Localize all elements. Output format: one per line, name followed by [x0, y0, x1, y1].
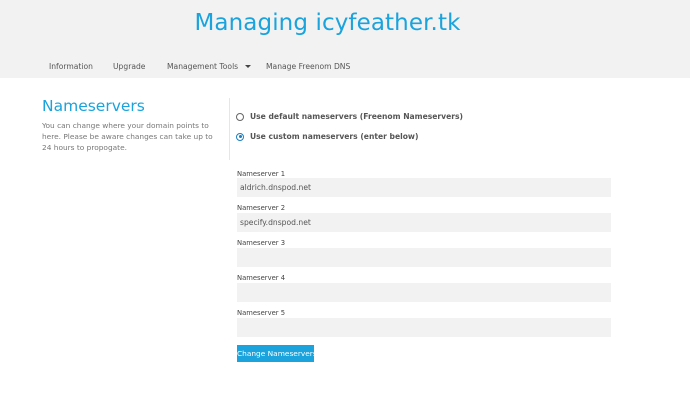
nav-item-management-tools[interactable]: Management Tools [167, 62, 252, 71]
radio-default-label: Use default nameservers (Freenom Nameser… [250, 112, 463, 121]
nav-item-manage-freenom-dns[interactable]: Manage Freenom DNS [266, 62, 350, 71]
nameserver-4-label: Nameserver 4 [237, 274, 286, 282]
radio-default-nameservers[interactable]: Use default nameservers (Freenom Nameser… [236, 112, 463, 121]
nameserver-1-input[interactable]: aldrich.dnspod.net [237, 178, 611, 197]
nameserver-5-input[interactable] [237, 318, 611, 337]
radio-custom-label: Use custom nameservers (enter below) [250, 132, 419, 141]
nameserver-1-label: Nameserver 1 [237, 170, 286, 178]
change-nameservers-button[interactable]: Change Nameservers [237, 345, 317, 362]
radio-checked-icon[interactable] [236, 132, 244, 141]
nameserver-3-input[interactable] [237, 248, 611, 267]
nameserver-3-label: Nameserver 3 [237, 239, 286, 247]
page-title: Managing icyfeather.tk [194, 10, 461, 36]
nameserver-5-label: Nameserver 5 [237, 309, 286, 317]
nav-item-information[interactable]: Information [49, 62, 93, 71]
radio-unchecked-icon[interactable] [236, 112, 244, 121]
radio-custom-nameservers[interactable]: Use custom nameservers (enter below) [236, 132, 418, 141]
caret-down-icon [245, 64, 252, 68]
nav-item-management-tools-label: Management Tools [167, 62, 239, 71]
section-title: Nameservers [42, 97, 145, 115]
section-description: You can change where your domain points … [42, 121, 213, 152]
vertical-divider [229, 98, 230, 160]
header: Managing icyfeather.tk Information Upgra… [0, 0, 690, 78]
nameserver-2-input[interactable]: specify.dnspod.net [237, 213, 611, 232]
nav-bar: Information Upgrade Management Tools Man… [0, 58, 690, 78]
nav-item-upgrade[interactable]: Upgrade [113, 62, 145, 71]
nameserver-4-input[interactable] [237, 283, 611, 302]
nameserver-2-label: Nameserver 2 [237, 204, 286, 212]
